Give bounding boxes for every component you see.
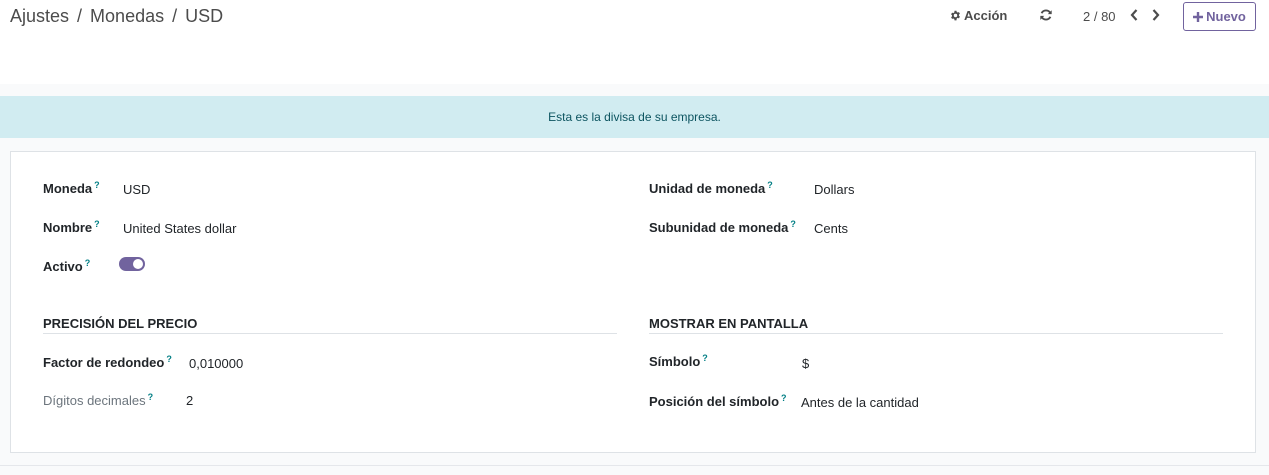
help-tooltip-icon[interactable]: ? — [166, 354, 172, 364]
chevron-left-icon[interactable] — [1129, 8, 1139, 22]
breadcrumb-item-current: USD — [185, 6, 224, 26]
symbol-position-label: Posición del símbolo? — [649, 393, 787, 409]
alert-text: Esta es la divisa de su empresa. — [548, 110, 721, 124]
action-label: Acción — [964, 8, 1008, 23]
currency-unit-field[interactable]: Dollars — [814, 182, 854, 197]
currency-field[interactable]: USD — [123, 182, 150, 197]
name-field[interactable]: United States dollar — [123, 221, 236, 236]
currency-subunit-label: Subunidad de moneda? — [649, 219, 796, 235]
new-button[interactable]: Nuevo — [1183, 2, 1256, 31]
help-tooltip-icon[interactable]: ? — [148, 392, 154, 402]
breadcrumb-separator: / — [172, 6, 178, 26]
control-panel: Ajustes / Monedas / USD Acción 2 / 80 Nu… — [0, 0, 1269, 84]
price-precision-title: PRECISIÓN DEL PRECIO — [43, 316, 198, 331]
symbol-label: Símbolo? — [649, 353, 708, 369]
active-label: Activo? — [43, 258, 91, 274]
form-sheet: Moneda? USD Nombre? United States dollar… — [10, 151, 1256, 453]
company-currency-alert: Esta es la divisa de su empresa. — [0, 96, 1269, 138]
symbol-position-select[interactable]: Antes de la cantidad — [801, 395, 919, 410]
help-tooltip-icon[interactable]: ? — [94, 180, 100, 190]
refresh-icon[interactable] — [1039, 8, 1053, 22]
rounding-factor-field[interactable]: 0,010000 — [189, 356, 243, 371]
symbol-field[interactable]: $ — [802, 356, 809, 371]
help-tooltip-icon[interactable]: ? — [85, 258, 91, 268]
help-tooltip-icon[interactable]: ? — [94, 219, 100, 229]
name-label: Nombre? — [43, 219, 100, 235]
currency-subunit-field[interactable]: Cents — [814, 221, 848, 236]
pager-value[interactable]: 2 / 80 — [1083, 9, 1116, 24]
new-button-label: Nuevo — [1206, 9, 1246, 24]
rounding-factor-label: Factor de redondeo? — [43, 354, 172, 370]
chevron-right-icon[interactable] — [1151, 8, 1161, 22]
bottom-divider — [0, 465, 1269, 466]
help-tooltip-icon[interactable]: ? — [781, 393, 787, 403]
currency-label: Moneda? — [43, 180, 100, 196]
help-tooltip-icon[interactable]: ? — [790, 219, 796, 229]
help-tooltip-icon[interactable]: ? — [702, 353, 708, 363]
help-tooltip-icon[interactable]: ? — [767, 180, 773, 190]
currency-unit-label: Unidad de moneda? — [649, 180, 773, 196]
gear-icon — [951, 10, 960, 21]
plus-icon — [1193, 11, 1204, 22]
breadcrumb: Ajustes / Monedas / USD — [10, 6, 223, 27]
section-divider — [649, 333, 1223, 334]
display-title: MOSTRAR EN PANTALLA — [649, 316, 809, 331]
breadcrumb-separator: / — [77, 6, 83, 26]
section-divider — [43, 333, 617, 334]
breadcrumb-item-settings[interactable]: Ajustes — [10, 6, 69, 27]
decimal-places-label: Dígitos decimales? — [43, 392, 154, 408]
active-toggle[interactable] — [119, 257, 145, 271]
decimal-places-field: 2 — [186, 393, 194, 408]
action-button[interactable]: Acción — [950, 8, 1007, 23]
breadcrumb-item-currencies[interactable]: Monedas — [90, 6, 164, 27]
